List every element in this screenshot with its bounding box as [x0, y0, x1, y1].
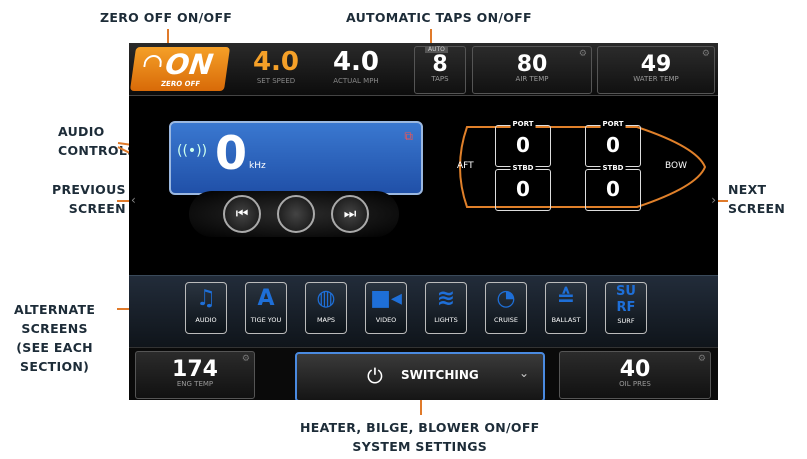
- globe-icon: ◍: [316, 286, 336, 311]
- bow-stbd-sensor[interactable]: STBD 0: [585, 164, 641, 211]
- sensor-value: 0: [606, 177, 620, 201]
- app-label: BALLAST: [551, 316, 581, 324]
- media-controls: ⏮ ⏭: [189, 191, 399, 237]
- eng-temp[interactable]: ⚙ 174 ENG TEMP: [135, 351, 255, 399]
- gauge-icon: [143, 55, 163, 67]
- water-temp-label: WATER TEMP: [633, 75, 679, 83]
- taps-button[interactable]: AUTO 8 TAPS: [414, 46, 466, 94]
- chevron-down-icon: ⌄: [518, 366, 529, 380]
- frequency-value: 0: [215, 126, 248, 180]
- previous-screen-arrow[interactable]: ‹: [131, 193, 136, 207]
- app-label: SURF: [617, 317, 635, 325]
- sensor-value: 0: [606, 133, 620, 157]
- app-label: AUDIO: [195, 316, 217, 324]
- set-speed-label: SET SPEED: [256, 77, 296, 85]
- zero-off-label: ZERO OFF: [160, 80, 201, 88]
- app-label: CRUISE: [494, 316, 518, 324]
- actual-mph: 4.0 ACTUAL MPH: [321, 47, 391, 85]
- callout-audio-controls: AUDIO CONTROLS: [58, 124, 137, 158]
- callout-zero-off: ZERO OFF ON/OFF: [100, 10, 233, 25]
- oil-pres[interactable]: ⚙ 40 OIL PRES: [559, 351, 711, 399]
- app-label: VIDEO: [375, 316, 397, 324]
- gear-icon: ⚙: [701, 49, 710, 59]
- sensor-value: 0: [516, 133, 530, 157]
- actual-mph-label: ACTUAL MPH: [333, 77, 379, 85]
- tige-logo-icon: A: [257, 286, 275, 311]
- air-temp-label: AIR TEMP: [515, 75, 549, 83]
- zero-off-button[interactable]: ON ZERO OFF: [129, 47, 231, 91]
- app-maps[interactable]: ◍ MAPS: [305, 282, 347, 334]
- bow-label: BOW: [665, 161, 687, 171]
- callout-alternate-screens: ALTERNATE SCREENS (SEE EACH SECTION): [14, 302, 96, 374]
- play-button[interactable]: [277, 195, 315, 233]
- sensor-label: STBD: [510, 164, 536, 172]
- app-audio[interactable]: ♫ AUDIO: [185, 282, 227, 334]
- actual-mph-value: 4.0: [332, 47, 380, 77]
- ballast-icon: ≙: [556, 286, 576, 311]
- lights-icon: ≋: [436, 286, 456, 311]
- source-icon[interactable]: ⧉: [404, 129, 413, 144]
- callout-previous-screen: PREVIOUS SCREEN: [52, 182, 126, 216]
- app-lights[interactable]: ≋ LIGHTS: [425, 282, 467, 334]
- app-label: LIGHTS: [434, 316, 458, 324]
- set-speed-value: 4.0: [252, 47, 300, 77]
- aft-stbd-sensor[interactable]: STBD 0: [495, 164, 551, 211]
- aft-port-sensor[interactable]: PORT 0: [495, 120, 551, 167]
- callout-next-screen: NEXT SCREEN: [728, 182, 786, 216]
- surf-icon: SU RF: [616, 284, 636, 315]
- speedometer-icon: ◔: [496, 286, 516, 311]
- sensor-label: PORT: [600, 120, 626, 128]
- app-label: TIGE YOU: [250, 316, 282, 324]
- sensor-value: 0: [516, 177, 530, 201]
- taps-label: TAPS: [431, 75, 449, 83]
- gear-icon: ⚙: [697, 354, 706, 364]
- switching-button[interactable]: ⏻ SWITCHING ⌄: [295, 352, 545, 400]
- app-label: MAPS: [316, 316, 336, 324]
- sensor-label: STBD: [600, 164, 626, 172]
- top-bar: ON ZERO OFF 4.0 SET SPEED 4.0 ACTUAL MPH…: [129, 43, 718, 96]
- callout-auto-taps: AUTOMATIC TAPS ON/OFF: [346, 10, 532, 25]
- app-ballast[interactable]: ≙ BALLAST: [545, 282, 587, 334]
- zero-off-state: ON: [163, 48, 216, 81]
- antenna-icon: ((•)): [177, 143, 208, 159]
- sensor-label: PORT: [510, 120, 536, 128]
- video-camera-icon: ■◂: [370, 286, 402, 311]
- eng-temp-label: ENG TEMP: [176, 380, 214, 388]
- gear-icon: ⚙: [241, 354, 250, 364]
- next-screen-arrow[interactable]: ›: [711, 193, 716, 207]
- app-dock: ♫ AUDIO A TIGE YOU ◍ MAPS ■◂ VIDEO ≋ LIGHTS ◔…: [129, 275, 718, 348]
- bottom-bar: ⚙ 174 ENG TEMP ⏻ SWITCHING ⌄ ⚙ 40 OIL PR…: [129, 347, 718, 400]
- water-temp[interactable]: ⚙ 49 WATER TEMP: [597, 46, 715, 94]
- app-surf[interactable]: SU RF SURF: [605, 282, 647, 334]
- callout-bottom-settings: HEATER, BILGE, BLOWER ON/OFF SYSTEM SETTI…: [300, 420, 540, 454]
- device-screen: ON ZERO OFF 4.0 SET SPEED 4.0 ACTUAL MPH…: [129, 43, 718, 400]
- aft-label: AFT: [457, 161, 474, 171]
- bow-port-sensor[interactable]: PORT 0: [585, 120, 641, 167]
- oil-pres-label: OIL PRES: [619, 380, 651, 388]
- music-icon: ♫: [196, 286, 216, 311]
- air-temp[interactable]: ⚙ 80 AIR TEMP: [472, 46, 592, 94]
- set-speed[interactable]: 4.0 SET SPEED: [241, 47, 311, 85]
- switching-label: SWITCHING: [401, 368, 479, 382]
- next-track-icon[interactable]: ⏭: [331, 195, 369, 233]
- audio-display[interactable]: ((•)) 0 kHz ⧉: [169, 121, 423, 195]
- ballast-boat-display: AFT BOW PORT 0 STBD 0 PORT 0 STBD 0: [447, 117, 707, 217]
- gear-icon: ⚙: [578, 49, 587, 59]
- auto-badge: AUTO: [425, 46, 448, 53]
- app-cruise[interactable]: ◔ CRUISE: [485, 282, 527, 334]
- leader-line: [718, 200, 728, 202]
- power-icon: ⏻: [367, 364, 383, 388]
- leader-line: [117, 200, 129, 202]
- previous-track-icon[interactable]: ⏮: [223, 195, 261, 233]
- frequency-unit: kHz: [249, 161, 266, 171]
- app-video[interactable]: ■◂ VIDEO: [365, 282, 407, 334]
- app-tige-you[interactable]: A TIGE YOU: [245, 282, 287, 334]
